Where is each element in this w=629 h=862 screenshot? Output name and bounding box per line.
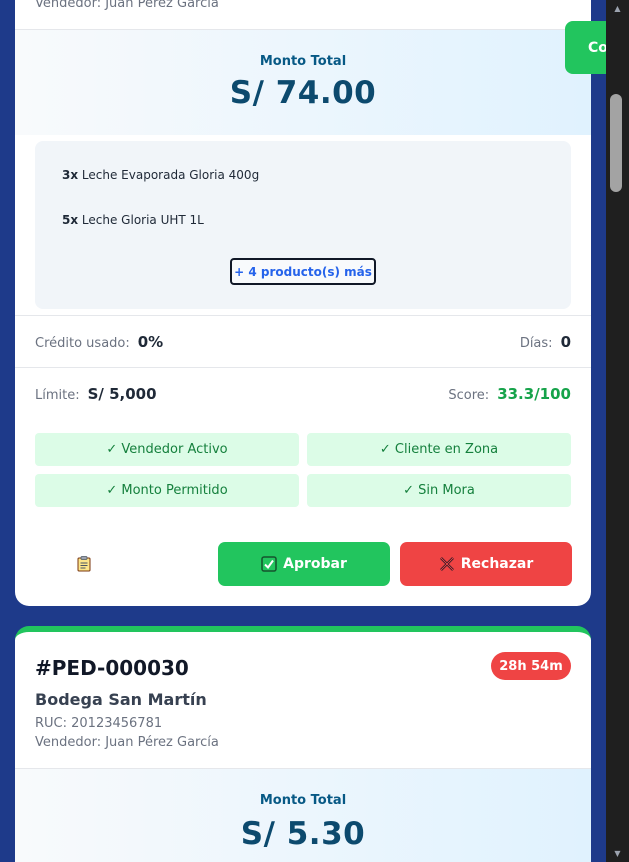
check-client-zone: ✓ Cliente en Zona [307, 433, 571, 466]
check-no-default: ✓ Sin Mora [307, 474, 571, 507]
credit-used: Crédito usado: 0% [35, 332, 164, 351]
check-vendor-active: ✓ Vendedor Activo [35, 433, 299, 466]
order-card: #PED-000030 28h 54m Bodega San Martín RU… [15, 626, 591, 862]
product-name: Leche Gloria UHT 1L [81, 213, 204, 227]
product-qty: 3x [62, 168, 79, 182]
product-item: 3x Leche Evaporada Gloria 400g [62, 168, 259, 182]
score-value: 33.3/100 [497, 384, 571, 403]
x-mark-icon [439, 556, 455, 572]
ruc-number: RUC: 20123456781 [35, 716, 163, 731]
vendor-name: Vendedor: Juan Pérez García [35, 735, 219, 750]
total-amount-panel: Monto Total S/ 5.30 [15, 768, 591, 862]
total-amount-value: S/ 74.00 [229, 75, 377, 111]
product-qty: 5x [62, 213, 79, 227]
order-card: Vendedor: Juan Pérez García Monto Total … [15, 0, 591, 606]
days: Días: 0 [519, 332, 571, 351]
time-badge: 28h 54m [491, 652, 571, 680]
credit-limit-value: S/ 5,000 [87, 384, 157, 403]
more-products-button[interactable]: + 4 producto(s) más [230, 258, 376, 285]
product-item: 5x Leche Gloria UHT 1L [62, 213, 204, 227]
credit-used-value: 0% [137, 332, 164, 351]
clipboard-icon[interactable] [77, 556, 91, 576]
check-amount-allowed: ✓ Monto Permitido [35, 474, 299, 507]
total-amount-label: Monto Total [259, 793, 347, 808]
scroll-down-arrow-icon[interactable]: ▼ [606, 849, 629, 858]
approve-button[interactable]: Aprobar [218, 542, 390, 586]
limit-row: Límite: S/ 5,000 Score: 33.3/100 [15, 367, 591, 419]
reject-label: Rechazar [460, 556, 534, 572]
check-box-icon [261, 556, 277, 572]
store-name: Bodega San Martín [35, 690, 207, 709]
credit-limit: Límite: S/ 5,000 [35, 384, 157, 403]
total-amount-panel: Monto Total S/ 74.00 [15, 29, 591, 135]
vendor-name: Vendedor: Juan Pérez García [35, 0, 219, 11]
scrollbar-thumb[interactable] [610, 94, 622, 192]
scrollbar[interactable]: ▲ ▼ [606, 0, 629, 862]
scroll-up-arrow-icon[interactable]: ▲ [606, 4, 629, 13]
validation-checks: ✓ Vendedor Activo ✓ Cliente en Zona ✓ Mo… [35, 433, 571, 507]
days-value: 0 [560, 332, 571, 351]
product-list: 3x Leche Evaporada Gloria 400g 5x Leche … [35, 141, 571, 309]
approve-label: Aprobar [283, 556, 347, 572]
order-id: #PED-000030 [35, 656, 189, 680]
score: Score: 33.3/100 [448, 384, 571, 403]
total-amount-label: Monto Total [259, 54, 347, 69]
reject-button[interactable]: Rechazar [400, 542, 572, 586]
total-amount-value: S/ 5.30 [240, 816, 366, 852]
credit-row: Crédito usado: 0% Días: 0 [15, 315, 591, 367]
product-name: Leche Evaporada Gloria 400g [81, 168, 260, 182]
